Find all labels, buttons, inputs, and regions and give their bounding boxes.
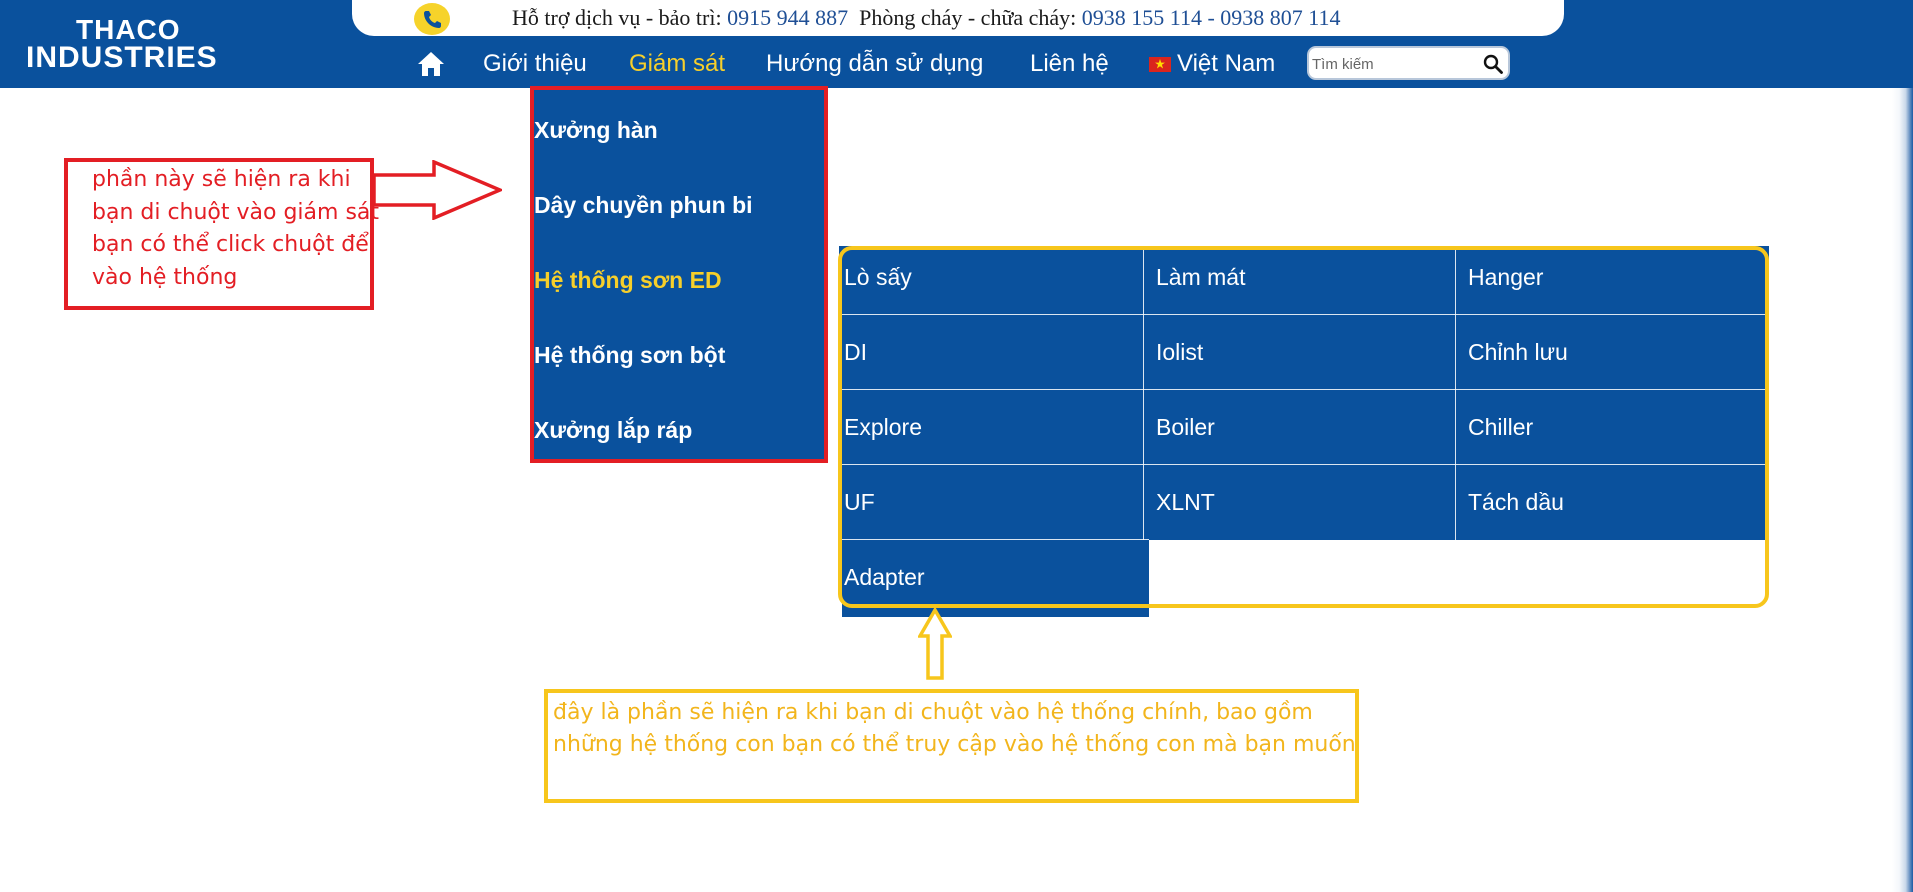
service-phone[interactable]: 0915 944 887 (727, 5, 848, 30)
grid-line (839, 539, 1149, 540)
submenu-item-chinh-luu[interactable]: Chỉnh lưu (1468, 339, 1568, 366)
search-input[interactable] (1309, 48, 1474, 80)
submenu-item-hanger[interactable]: Hanger (1468, 264, 1543, 291)
submenu-item-xlnt[interactable]: XLNT (1156, 489, 1215, 516)
menu-item-xuong-han[interactable]: Xưởng hàn (534, 117, 658, 144)
language-selector[interactable]: Việt Nam (1177, 50, 1275, 78)
red-arrow-icon (372, 160, 502, 220)
yellow-annotation-text: đây là phần sẽ hiện ra khi bạn di chuột … (553, 697, 1356, 761)
nav-huong-dan[interactable]: Hướng dẫn sử dụng (766, 50, 983, 78)
nav-lien-he[interactable]: Liên hệ (1030, 50, 1109, 78)
nav-giam-sat[interactable]: Giám sát (629, 50, 725, 78)
submenu-item-lo-say[interactable]: Lò sấy (844, 264, 912, 291)
submenu-item-explore[interactable]: Explore (844, 414, 922, 441)
submenu-grid: Lò sấy Làm mát Hanger DI Iolist Chỉnh lư… (839, 246, 1769, 617)
submenu-item-boiler[interactable]: Boiler (1156, 414, 1215, 441)
fire-phone-1[interactable]: 0938 155 114 (1082, 5, 1202, 30)
submenu-item-tach-dau[interactable]: Tách dầu (1468, 489, 1564, 516)
thaco-logo[interactable]: THACO INDUSTRIES (26, 14, 258, 74)
grid-line (1455, 246, 1456, 540)
submenu-panel (839, 246, 1769, 540)
submenu-item-adapter[interactable]: Adapter (844, 564, 925, 591)
fire-label: Phòng cháy - chữa cháy: (859, 5, 1077, 30)
logo-line-2: INDUSTRIES (26, 41, 218, 74)
search-icon[interactable] (1483, 54, 1503, 79)
grid-line (839, 389, 1769, 390)
support-text: Hỗ trợ dịch vụ - bảo trì: 0915 944 887 P… (512, 5, 1340, 31)
fire-phone-2[interactable]: 0938 807 114 (1220, 5, 1340, 30)
submenu-item-uf[interactable]: UF (844, 489, 875, 516)
grid-line (839, 464, 1769, 465)
submenu-item-chiller[interactable]: Chiller (1468, 414, 1533, 441)
annotation-line: phần này sẽ hiện ra khi (92, 167, 351, 192)
yellow-arrow-icon (918, 608, 952, 680)
monitor-dropdown-menu: Xưởng hàn Dây chuyền phun bi Hệ thống sơ… (530, 86, 828, 463)
annotation-line: bạn có thể click chuột để (92, 232, 369, 257)
submenu-item-iolist[interactable]: Iolist (1156, 339, 1203, 366)
home-icon[interactable] (416, 50, 446, 78)
menu-item-son-bot[interactable]: Hệ thống sơn bột (534, 342, 725, 369)
red-annotation-text: phần này sẽ hiện ra khi bạn di chuột vào… (92, 164, 380, 294)
phone-icon (414, 3, 450, 35)
grid-line (1143, 246, 1144, 540)
submenu-item-lam-mat[interactable]: Làm mát (1156, 264, 1245, 291)
menu-item-son-ed[interactable]: Hệ thống sơn ED (534, 267, 722, 294)
submenu-item-di[interactable]: DI (844, 339, 867, 366)
annotation-line: những hệ thống con bạn có thể truy cập v… (553, 732, 1356, 757)
nav-gioi-thieu[interactable]: Giới thiệu (483, 50, 587, 78)
service-label: Hỗ trợ dịch vụ - bảo trì: (512, 5, 722, 30)
annotation-line: đây là phần sẽ hiện ra khi bạn di chuột … (553, 700, 1313, 725)
vietnam-flag-icon (1149, 57, 1171, 72)
fire-separator: - (1207, 5, 1215, 30)
search-box (1307, 46, 1510, 80)
annotation-line: vào hệ thống (92, 264, 238, 290)
page-edge-strip (1892, 88, 1913, 892)
menu-item-day-chuyen-phun-bi[interactable]: Dây chuyền phun bi (534, 192, 753, 219)
annotation-line: bạn di chuột vào giám sát (92, 199, 380, 225)
menu-item-lap-rap[interactable]: Xưởng lắp ráp (534, 417, 692, 444)
grid-line (839, 314, 1769, 315)
